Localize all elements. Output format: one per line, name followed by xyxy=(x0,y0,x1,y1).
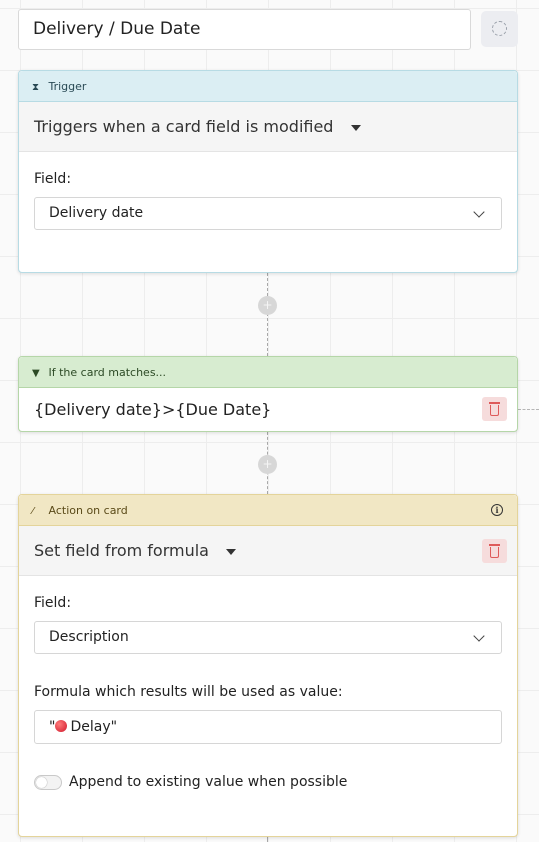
trigger-card: ⧗ Trigger Triggers when a card field is … xyxy=(18,70,518,273)
condition-card: ▼ If the card matches... {Delivery date}… xyxy=(18,356,518,432)
append-label: Append to existing value when possible xyxy=(69,774,348,790)
trigger-type-select[interactable]: Triggers when a card field is modified xyxy=(19,102,517,152)
trigger-field-value: Delivery date xyxy=(49,205,144,221)
trigger-header: ⧗ Trigger xyxy=(19,71,517,102)
condition-header-label: If the card matches... xyxy=(48,366,167,379)
trigger-type-label: Triggers when a card field is modified xyxy=(34,117,334,136)
formula-text: Delay" xyxy=(70,719,118,735)
action-card: ⁄ Action on card i Set field from formul… xyxy=(18,494,518,837)
chevron-down-icon xyxy=(473,206,485,218)
trash-icon xyxy=(489,402,500,404)
append-toggle[interactable] xyxy=(34,775,62,790)
delete-action-button[interactable] xyxy=(482,539,507,563)
condition-header: ▼ If the card matches... xyxy=(19,357,517,388)
caret-down-icon xyxy=(350,124,361,131)
chevron-down-icon xyxy=(473,630,485,642)
condition-expression[interactable]: {Delivery date}>{Due Date} xyxy=(34,400,271,419)
action-header-label: Action on card xyxy=(48,504,128,517)
action-type-label: Set field from formula xyxy=(34,541,209,560)
red-circle-icon xyxy=(55,720,68,732)
status-button[interactable] xyxy=(481,11,518,47)
info-icon[interactable]: i xyxy=(491,504,503,516)
action-type-select[interactable]: Set field from formula xyxy=(19,526,517,576)
toggle-knob xyxy=(36,777,47,788)
filter-icon: ▼ xyxy=(32,368,40,379)
add-step-button[interactable]: + xyxy=(258,296,277,315)
trigger-field-label: Field: xyxy=(34,171,72,187)
trash-icon xyxy=(489,544,500,546)
spinner-icon xyxy=(492,21,507,36)
hourglass-icon: ⧗ xyxy=(32,82,40,93)
rule-name-input[interactable]: Delivery / Due Date xyxy=(18,9,471,50)
trash-can-body xyxy=(490,405,499,416)
action-header: ⁄ Action on card i xyxy=(19,495,517,526)
magic-wand-icon: ⁄ xyxy=(32,506,34,517)
trash-can-body xyxy=(490,547,499,558)
caret-down-icon xyxy=(226,548,237,555)
trigger-header-label: Trigger xyxy=(48,80,87,93)
action-field-label: Field: xyxy=(34,595,72,611)
rule-name-text: Delivery / Due Date xyxy=(33,19,201,39)
trigger-field-select[interactable]: Delivery date xyxy=(34,197,502,230)
action-field-value: Description xyxy=(49,629,129,645)
formula-label: Formula which results will be used as va… xyxy=(34,684,343,700)
add-step-button[interactable]: + xyxy=(258,455,277,474)
action-field-select[interactable]: Description xyxy=(34,621,502,654)
branch-line xyxy=(518,409,539,410)
delete-condition-button[interactable] xyxy=(482,397,507,421)
formula-input[interactable]: " Delay" xyxy=(34,710,502,744)
connector-line xyxy=(267,837,268,842)
